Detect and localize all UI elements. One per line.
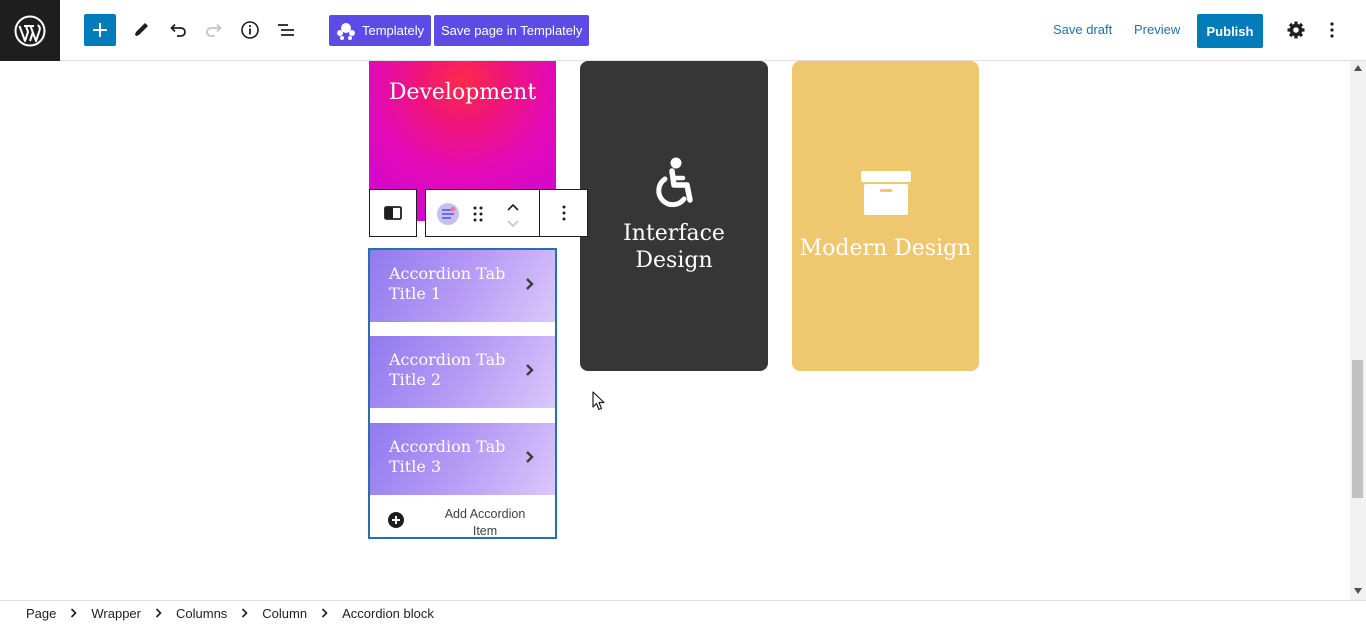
scrollbar-thumb[interactable] [1352, 360, 1363, 498]
wordpress-logo-icon [14, 15, 46, 46]
options-button[interactable] [1316, 14, 1348, 46]
chevron-right-icon [526, 364, 534, 376]
archive-box-icon [860, 170, 911, 215]
interface-design-title-line1: Interface [623, 221, 725, 247]
mouse-cursor-icon [592, 391, 605, 411]
save-in-templately-label: Save page in Templately [441, 23, 583, 38]
breadcrumb-item-accordion-block: Accordion block [342, 605, 434, 621]
drag-handle-icon[interactable] [473, 206, 483, 227]
block-controls [425, 189, 540, 237]
scroll-down-arrow-icon[interactable] [1354, 588, 1362, 594]
templately-button[interactable]: Templately [329, 15, 432, 46]
chevron-right-icon [70, 608, 78, 618]
preview-button[interactable]: Preview [1134, 22, 1180, 37]
accordion-tab-2[interactable]: Accordion Tab Title 2 [370, 336, 555, 408]
undo-icon [170, 23, 186, 37]
move-down-button[interactable] [506, 216, 520, 234]
redo-icon [206, 23, 222, 37]
settings-button[interactable] [1280, 14, 1312, 46]
vertical-scrollbar[interactable] [1350, 61, 1366, 600]
list-view-button[interactable] [270, 14, 302, 46]
breadcrumb-item-wrapper[interactable]: Wrapper [91, 606, 141, 621]
breadcrumb-item-columns[interactable]: Columns [176, 606, 227, 621]
redo-button[interactable] [198, 14, 230, 46]
editor-canvas: Development Interface Design Modern Desi… [0, 61, 1350, 600]
chevron-up-icon [507, 203, 519, 211]
details-button[interactable] [234, 14, 266, 46]
modern-design-card[interactable]: Modern Design [792, 61, 979, 371]
accordion-tab-title-line2: Title 1 [389, 284, 442, 303]
breadcrumb-item-page[interactable]: Page [26, 606, 56, 621]
info-icon [241, 21, 259, 39]
add-accordion-item-label: Add Accordion Item [430, 506, 540, 540]
accordion-tab-3[interactable]: Accordion Tab Title 3 [370, 423, 555, 495]
select-parent-button[interactable] [369, 189, 417, 237]
templately-icon [336, 22, 356, 40]
columns-icon [384, 206, 402, 220]
modern-design-title: Modern Design [799, 235, 972, 261]
move-up-button[interactable] [506, 199, 520, 217]
accordion-tab-1[interactable]: Accordion Tab Title 1 [370, 250, 555, 322]
chevron-right-icon [526, 451, 534, 463]
editor-top-toolbar: Templately Save page in Templately Save … [0, 0, 1366, 61]
scroll-up-arrow-icon[interactable] [1354, 65, 1362, 71]
publish-button[interactable]: Publish [1197, 14, 1263, 48]
accordion-tab-title-line1: Accordion Tab [389, 264, 506, 283]
chevron-right-icon [155, 608, 162, 618]
add-accordion-item-label-line2: Item [472, 524, 498, 538]
add-accordion-item-label-line1: Add Accordion [444, 507, 526, 521]
interface-design-card[interactable]: Interface Design [580, 61, 768, 371]
plus-circle-icon [388, 512, 404, 528]
chevron-right-icon [241, 608, 248, 618]
more-vertical-icon [562, 205, 565, 221]
add-accordion-item-button[interactable]: Add Accordion Item [370, 500, 555, 539]
add-block-button[interactable] [84, 14, 116, 46]
plus-icon [93, 23, 107, 37]
breadcrumb-item-column[interactable]: Column [262, 606, 307, 621]
block-options-button[interactable] [539, 189, 588, 237]
accordion-block[interactable]: Accordion Tab Title 1 Accordion Tab Titl… [368, 248, 557, 539]
tools-button[interactable] [125, 14, 157, 46]
accessibility-icon [656, 157, 693, 208]
accordion-block-icon[interactable] [436, 202, 460, 231]
chevron-right-icon [526, 278, 534, 290]
accordion-tab-title-line1: Accordion Tab [389, 437, 506, 456]
block-breadcrumb: Page Wrapper Columns Column Accordion bl… [0, 600, 1366, 625]
accordion-tab-title-line2: Title 2 [389, 370, 442, 389]
gear-icon [1287, 21, 1305, 39]
templately-label: Templately [362, 23, 425, 38]
development-title: Development [388, 80, 537, 105]
accordion-tab-title-line2: Title 3 [389, 457, 442, 476]
chevron-right-icon [321, 608, 328, 618]
pencil-icon [134, 23, 148, 37]
undo-button[interactable] [162, 14, 194, 46]
interface-design-title-line2: Design [635, 248, 713, 273]
save-draft-button[interactable]: Save draft [1053, 22, 1112, 37]
more-vertical-icon [1330, 22, 1334, 38]
accordion-tab-title-line1: Accordion Tab [389, 350, 506, 369]
publish-label: Publish [1206, 23, 1254, 39]
wordpress-logo-button[interactable] [0, 0, 60, 61]
chevron-down-icon [507, 220, 519, 228]
list-view-icon [278, 24, 294, 36]
save-in-templately-button[interactable]: Save page in Templately [434, 15, 590, 46]
